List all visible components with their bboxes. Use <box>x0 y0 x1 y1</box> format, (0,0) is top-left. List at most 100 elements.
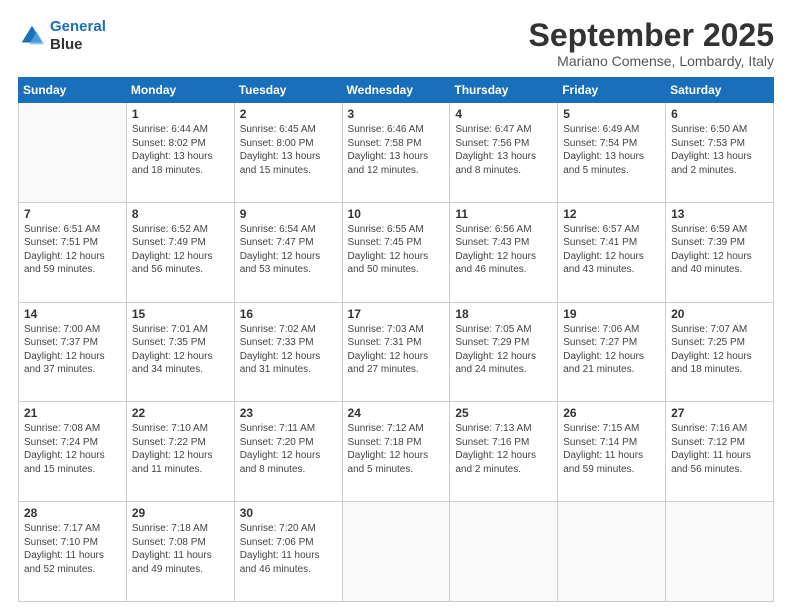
day-info: Sunrise: 7:05 AM Sunset: 7:29 PM Dayligh… <box>455 323 552 377</box>
day-number: 24 <box>348 406 445 420</box>
sunrise-text: Sunrise: 7:01 AM <box>132 324 208 335</box>
weekday-header-wednesday: Wednesday <box>342 78 450 103</box>
calendar-cell: 21 Sunrise: 7:08 AM Sunset: 7:24 PM Dayl… <box>19 402 127 502</box>
calendar-cell: 19 Sunrise: 7:06 AM Sunset: 7:27 PM Dayl… <box>558 302 666 402</box>
month-title: September 2025 <box>529 18 774 53</box>
calendar-cell: 30 Sunrise: 7:20 AM Sunset: 7:06 PM Dayl… <box>234 502 342 602</box>
page: General Blue September 2025 Mariano Come… <box>0 0 792 612</box>
sunrise-text: Sunrise: 7:12 AM <box>348 423 424 434</box>
day-number: 22 <box>132 406 229 420</box>
calendar-cell: 1 Sunrise: 6:44 AM Sunset: 8:02 PM Dayli… <box>126 103 234 203</box>
daylight-text: Daylight: 12 hours and 11 minutes. <box>132 450 213 475</box>
calendar-cell: 12 Sunrise: 6:57 AM Sunset: 7:41 PM Dayl… <box>558 202 666 302</box>
sunrise-text: Sunrise: 7:05 AM <box>455 324 531 335</box>
calendar-cell: 9 Sunrise: 6:54 AM Sunset: 7:47 PM Dayli… <box>234 202 342 302</box>
sunrise-text: Sunrise: 7:08 AM <box>24 423 100 434</box>
day-number: 30 <box>240 506 337 520</box>
sunrise-text: Sunrise: 6:51 AM <box>24 224 100 235</box>
sunrise-text: Sunrise: 6:52 AM <box>132 224 208 235</box>
sunrise-text: Sunrise: 7:18 AM <box>132 523 208 534</box>
week-row-2: 7 Sunrise: 6:51 AM Sunset: 7:51 PM Dayli… <box>19 202 774 302</box>
day-info: Sunrise: 6:46 AM Sunset: 7:58 PM Dayligh… <box>348 123 445 177</box>
calendar-cell: 18 Sunrise: 7:05 AM Sunset: 7:29 PM Dayl… <box>450 302 558 402</box>
calendar-cell: 5 Sunrise: 6:49 AM Sunset: 7:54 PM Dayli… <box>558 103 666 203</box>
weekday-header-tuesday: Tuesday <box>234 78 342 103</box>
daylight-text: Daylight: 13 hours and 18 minutes. <box>132 151 213 176</box>
daylight-text: Daylight: 13 hours and 12 minutes. <box>348 151 429 176</box>
day-info: Sunrise: 7:01 AM Sunset: 7:35 PM Dayligh… <box>132 323 229 377</box>
calendar-cell <box>19 103 127 203</box>
calendar-cell: 14 Sunrise: 7:00 AM Sunset: 7:37 PM Dayl… <box>19 302 127 402</box>
day-info: Sunrise: 7:08 AM Sunset: 7:24 PM Dayligh… <box>24 422 121 476</box>
day-number: 20 <box>671 307 768 321</box>
sunrise-text: Sunrise: 7:06 AM <box>563 324 639 335</box>
sunrise-text: Sunrise: 7:10 AM <box>132 423 208 434</box>
weekday-header-row: SundayMondayTuesdayWednesdayThursdayFrid… <box>19 78 774 103</box>
daylight-text: Daylight: 12 hours and 46 minutes. <box>455 251 536 276</box>
sunrise-text: Sunrise: 6:49 AM <box>563 124 639 135</box>
day-number: 12 <box>563 207 660 221</box>
day-info: Sunrise: 6:45 AM Sunset: 8:00 PM Dayligh… <box>240 123 337 177</box>
sunset-text: Sunset: 7:18 PM <box>348 437 422 448</box>
sunrise-text: Sunrise: 7:15 AM <box>563 423 639 434</box>
daylight-text: Daylight: 12 hours and 37 minutes. <box>24 351 105 376</box>
weekday-header-monday: Monday <box>126 78 234 103</box>
sunset-text: Sunset: 7:35 PM <box>132 337 206 348</box>
daylight-text: Daylight: 12 hours and 2 minutes. <box>455 450 536 475</box>
daylight-text: Daylight: 12 hours and 53 minutes. <box>240 251 321 276</box>
daylight-text: Daylight: 11 hours and 59 minutes. <box>563 450 643 475</box>
sunset-text: Sunset: 7:41 PM <box>563 237 637 248</box>
day-info: Sunrise: 7:18 AM Sunset: 7:08 PM Dayligh… <box>132 522 229 576</box>
daylight-text: Daylight: 12 hours and 15 minutes. <box>24 450 105 475</box>
sunset-text: Sunset: 7:20 PM <box>240 437 314 448</box>
logo-text: General Blue <box>50 18 106 54</box>
sunrise-text: Sunrise: 6:46 AM <box>348 124 424 135</box>
calendar-cell: 6 Sunrise: 6:50 AM Sunset: 7:53 PM Dayli… <box>666 103 774 203</box>
day-info: Sunrise: 7:02 AM Sunset: 7:33 PM Dayligh… <box>240 323 337 377</box>
calendar-cell: 16 Sunrise: 7:02 AM Sunset: 7:33 PM Dayl… <box>234 302 342 402</box>
calendar-cell: 26 Sunrise: 7:15 AM Sunset: 7:14 PM Dayl… <box>558 402 666 502</box>
sunrise-text: Sunrise: 7:16 AM <box>671 423 747 434</box>
day-info: Sunrise: 6:57 AM Sunset: 7:41 PM Dayligh… <box>563 223 660 277</box>
calendar-cell: 15 Sunrise: 7:01 AM Sunset: 7:35 PM Dayl… <box>126 302 234 402</box>
sunrise-text: Sunrise: 6:47 AM <box>455 124 531 135</box>
sunset-text: Sunset: 8:00 PM <box>240 138 314 149</box>
weekday-header-saturday: Saturday <box>666 78 774 103</box>
daylight-text: Daylight: 11 hours and 52 minutes. <box>24 550 104 575</box>
day-info: Sunrise: 6:51 AM Sunset: 7:51 PM Dayligh… <box>24 223 121 277</box>
daylight-text: Daylight: 13 hours and 5 minutes. <box>563 151 644 176</box>
sunrise-text: Sunrise: 6:57 AM <box>563 224 639 235</box>
day-info: Sunrise: 7:00 AM Sunset: 7:37 PM Dayligh… <box>24 323 121 377</box>
week-row-5: 28 Sunrise: 7:17 AM Sunset: 7:10 PM Dayl… <box>19 502 774 602</box>
sunset-text: Sunset: 7:31 PM <box>348 337 422 348</box>
weekday-header-sunday: Sunday <box>19 78 127 103</box>
day-number: 6 <box>671 107 768 121</box>
daylight-text: Daylight: 11 hours and 46 minutes. <box>240 550 320 575</box>
sunset-text: Sunset: 7:24 PM <box>24 437 98 448</box>
day-number: 23 <box>240 406 337 420</box>
day-info: Sunrise: 7:20 AM Sunset: 7:06 PM Dayligh… <box>240 522 337 576</box>
logo-line1: General <box>50 18 106 35</box>
calendar-cell: 28 Sunrise: 7:17 AM Sunset: 7:10 PM Dayl… <box>19 502 127 602</box>
day-info: Sunrise: 6:47 AM Sunset: 7:56 PM Dayligh… <box>455 123 552 177</box>
calendar-cell: 25 Sunrise: 7:13 AM Sunset: 7:16 PM Dayl… <box>450 402 558 502</box>
sunset-text: Sunset: 7:14 PM <box>563 437 637 448</box>
day-info: Sunrise: 6:49 AM Sunset: 7:54 PM Dayligh… <box>563 123 660 177</box>
sunrise-text: Sunrise: 7:00 AM <box>24 324 100 335</box>
day-info: Sunrise: 7:11 AM Sunset: 7:20 PM Dayligh… <box>240 422 337 476</box>
location: Mariano Comense, Lombardy, Italy <box>529 53 774 69</box>
sunrise-text: Sunrise: 6:44 AM <box>132 124 208 135</box>
day-number: 29 <box>132 506 229 520</box>
sunset-text: Sunset: 7:54 PM <box>563 138 637 149</box>
sunset-text: Sunset: 7:51 PM <box>24 237 98 248</box>
day-number: 8 <box>132 207 229 221</box>
sunrise-text: Sunrise: 7:02 AM <box>240 324 316 335</box>
sunset-text: Sunset: 7:33 PM <box>240 337 314 348</box>
sunset-text: Sunset: 7:08 PM <box>132 537 206 548</box>
sunset-text: Sunset: 7:06 PM <box>240 537 314 548</box>
sunset-text: Sunset: 7:58 PM <box>348 138 422 149</box>
day-number: 28 <box>24 506 121 520</box>
sunrise-text: Sunrise: 7:11 AM <box>240 423 315 434</box>
sunset-text: Sunset: 7:39 PM <box>671 237 745 248</box>
calendar-cell: 20 Sunrise: 7:07 AM Sunset: 7:25 PM Dayl… <box>666 302 774 402</box>
